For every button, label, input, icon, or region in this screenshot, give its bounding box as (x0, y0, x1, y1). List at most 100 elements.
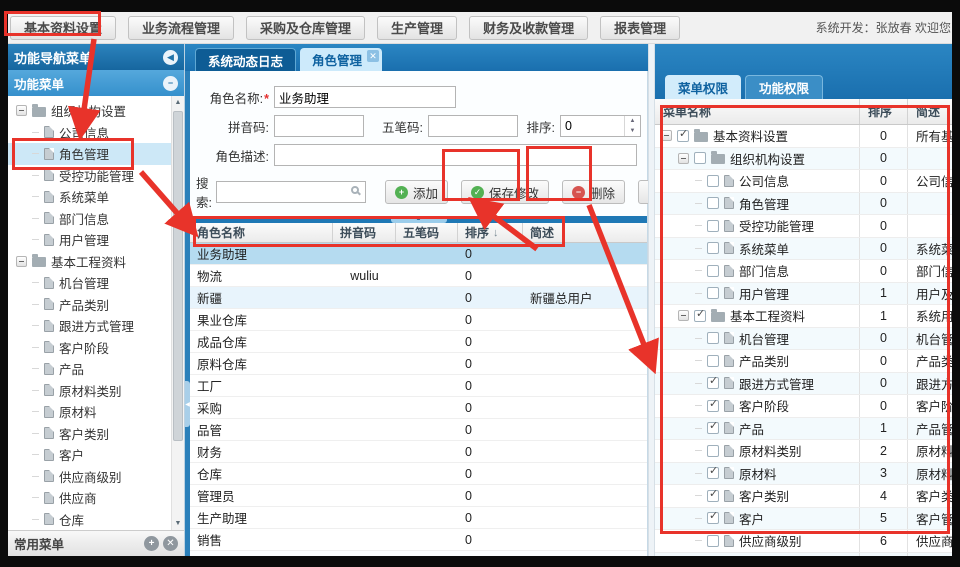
top-menu-item[interactable]: 业务流程管理 (128, 16, 234, 40)
table-row[interactable]: 物流wuliu0 (190, 265, 647, 287)
pinyin-input[interactable] (274, 115, 364, 137)
perm-tree-row[interactable]: 供应商 (655, 553, 952, 557)
top-menu-item[interactable]: 报表管理 (600, 16, 680, 40)
wubi-input[interactable] (428, 115, 518, 137)
perm-tree-row[interactable]: 客户类别4客户类 (655, 485, 952, 508)
tab-close-icon[interactable]: ✕ (367, 50, 379, 62)
perm-checkbox[interactable] (707, 242, 719, 254)
search-icon[interactable] (351, 186, 359, 194)
perm-checkbox[interactable] (707, 490, 719, 502)
perm-checkbox[interactable] (694, 310, 706, 322)
perm-checkbox[interactable] (707, 535, 719, 547)
expand-icon[interactable] (678, 310, 689, 321)
sidebar-item[interactable]: 客户 (8, 444, 184, 466)
perm-tree-row[interactable]: 产品类别0产品类 (655, 350, 952, 373)
expand-icon[interactable] (16, 105, 27, 116)
add-button[interactable]: + 添加 (385, 180, 448, 204)
perm-checkbox[interactable] (707, 287, 719, 299)
delete-button[interactable]: − 删除 (562, 180, 625, 204)
scroll-up-icon[interactable]: ▲ (172, 96, 184, 109)
perm-tree-row[interactable]: 基本工程资料1系统用 (655, 305, 952, 328)
spinner-down-icon[interactable]: ▼ (625, 126, 640, 136)
perm-tree-row[interactable]: 机台管理0机台管 (655, 328, 952, 351)
perm-checkbox[interactable] (707, 467, 719, 479)
perm-tree-row[interactable]: 组织机构设置0 (655, 148, 952, 171)
col-pinyin[interactable]: 拼音码 (333, 223, 396, 242)
sidebar-item[interactable]: 原材料类别 (8, 380, 184, 402)
perm-checkbox[interactable] (707, 445, 719, 457)
table-row[interactable]: 财务0 (190, 441, 647, 463)
table-row[interactable]: 果业仓库0 (190, 309, 647, 331)
table-row[interactable]: 品管0 (190, 419, 647, 441)
perm-checkbox[interactable] (707, 512, 719, 524)
col-perm-desc[interactable]: 简述 (908, 99, 952, 124)
perm-checkbox[interactable] (707, 422, 719, 434)
sidebar-item[interactable]: 产品类别 (8, 294, 184, 316)
perm-checkbox[interactable] (707, 355, 719, 367)
table-row[interactable]: 业务助理0 (190, 243, 647, 265)
sidebar-section-bar[interactable]: 功能菜单 − (8, 70, 184, 96)
splitter-handle-icon[interactable]: ▲ (391, 216, 447, 223)
close-circle-icon[interactable]: ✕ (163, 536, 178, 551)
save-button[interactable]: ✓ 保存修改 (461, 180, 549, 204)
table-row[interactable]: 采购0 (190, 397, 647, 419)
perm-tree-row[interactable]: 受控功能管理0 (655, 215, 952, 238)
sidebar-item[interactable]: 基本工程资料 (8, 251, 184, 273)
sidebar-item[interactable]: 部门信息 (8, 208, 184, 230)
scroll-down-icon[interactable]: ▼ (172, 517, 184, 530)
table-row[interactable]: 管理员0 (190, 485, 647, 507)
sidebar-item[interactable]: 用户管理 (8, 229, 184, 251)
sidebar-item[interactable]: 受控功能管理 (8, 165, 184, 187)
top-menu-item[interactable]: 财务及收款管理 (469, 16, 588, 40)
perm-tree-row[interactable]: 客户5客户管 (655, 508, 952, 531)
perm-tree-row[interactable]: 角色管理0 (655, 193, 952, 216)
col-desc[interactable]: 简述 (523, 223, 647, 242)
table-row[interactable]: 成品仓库0 (190, 331, 647, 353)
col-menu-name[interactable]: 菜单名称 (655, 99, 860, 124)
perm-tree-row[interactable]: 系统菜单0系统菜 (655, 238, 952, 261)
perm-checkbox[interactable] (707, 175, 719, 187)
perm-tree-row[interactable]: 部门信息0部门信 (655, 260, 952, 283)
perm-checkbox[interactable] (707, 265, 719, 277)
sidebar-item[interactable]: 机台管理 (8, 272, 184, 294)
perm-tree-row[interactable]: 产品1产品管 (655, 418, 952, 441)
search-input[interactable] (216, 181, 366, 203)
sort-input[interactable] (561, 116, 624, 136)
tab-function-permissions[interactable]: 功能权限 (745, 75, 823, 99)
collapse-handle-icon[interactable]: ◀ (185, 381, 190, 427)
role-name-input[interactable] (274, 86, 456, 108)
perm-tree-row[interactable]: 基本资料设置0所有基 (655, 125, 952, 148)
scrollbar-thumb[interactable] (173, 111, 183, 441)
sidebar-item[interactable]: 客户类别 (8, 423, 184, 445)
perm-checkbox[interactable] (707, 197, 719, 209)
sidebar-item[interactable]: 公司信息 (8, 122, 184, 144)
col-perm-sort[interactable]: 排序 (860, 99, 908, 124)
panel-splitter[interactable]: ▲ (190, 216, 647, 223)
expand-icon[interactable] (678, 153, 689, 164)
expand-icon[interactable] (16, 256, 27, 267)
perm-tree-row[interactable]: 用户管理1用户及 (655, 283, 952, 306)
top-menu-item[interactable]: 基本资料设置 (10, 16, 116, 40)
add-circle-icon[interactable]: + (144, 536, 159, 551)
top-menu-item[interactable]: 采购及仓库管理 (246, 16, 365, 40)
sidebar-item[interactable]: 仓库 (8, 509, 184, 531)
perm-tree-row[interactable]: 客户阶段0客户阶 (655, 395, 952, 418)
collapse-sidebar-icon[interactable]: ◀ (163, 50, 178, 65)
table-row[interactable]: 原料仓库0 (190, 353, 647, 375)
panel-divider[interactable] (648, 44, 655, 556)
sidebar-item[interactable]: 供应商 (8, 487, 184, 509)
minus-circle-icon[interactable]: − (163, 76, 178, 91)
col-sort[interactable]: 排序↓ (458, 223, 523, 242)
spinner-up-icon[interactable]: ▲ (625, 116, 640, 126)
col-wubi[interactable]: 五笔码 (396, 223, 458, 242)
table-row[interactable]: 生产助理0 (190, 507, 647, 529)
sidebar-item[interactable]: 供应商级别 (8, 466, 184, 488)
role-desc-input[interactable] (274, 144, 637, 166)
perm-checkbox[interactable] (707, 220, 719, 232)
top-menu-item[interactable]: 生产管理 (377, 16, 457, 40)
tab-role-management[interactable]: 角色管理 ✕ (300, 48, 382, 71)
perm-checkbox[interactable] (707, 377, 719, 389)
sidebar-item[interactable]: 产品 (8, 358, 184, 380)
sidebar-item[interactable]: 客户阶段 (8, 337, 184, 359)
sidebar-item[interactable]: 跟进方式管理 (8, 315, 184, 337)
